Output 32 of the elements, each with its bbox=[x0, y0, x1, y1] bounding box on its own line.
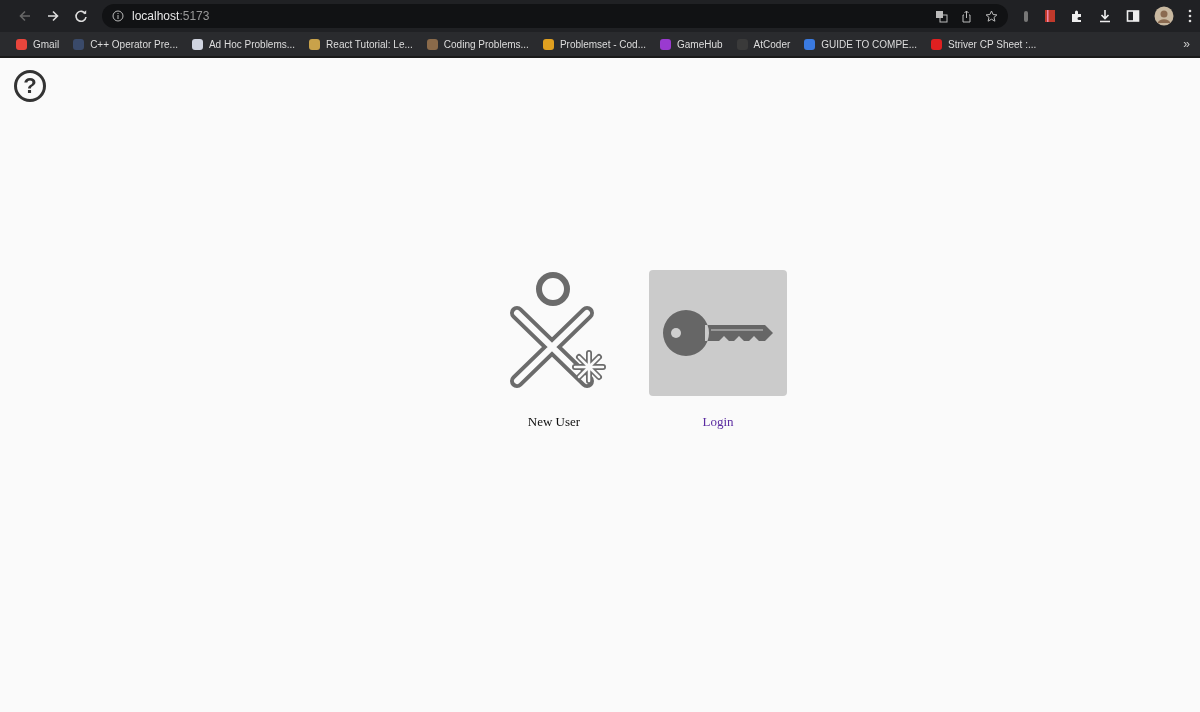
forward-icon[interactable] bbox=[46, 9, 60, 23]
choice-label[interactable]: New User bbox=[527, 414, 581, 430]
star-icon[interactable] bbox=[985, 9, 998, 23]
bookmark-link[interactable]: GameHub bbox=[660, 38, 723, 50]
address-bar[interactable]: localhost:5173 bbox=[102, 4, 1008, 28]
translate-icon[interactable] bbox=[935, 9, 948, 23]
key-icon bbox=[661, 308, 775, 358]
bookmark-link[interactable]: Ad Hoc Problems... bbox=[191, 38, 296, 50]
share-icon[interactable] bbox=[960, 9, 973, 23]
bookmark-link[interactable]: React Tutorial: Le... bbox=[309, 38, 413, 50]
choice-tile[interactable] bbox=[649, 270, 787, 396]
extension-icon[interactable] bbox=[1022, 9, 1030, 23]
help-button[interactable]: ? bbox=[14, 70, 46, 102]
puzzle-icon[interactable] bbox=[1070, 9, 1084, 23]
bookmark-link[interactable]: Problemset - Cod... bbox=[542, 38, 647, 50]
url-text: localhost:5173 bbox=[132, 9, 210, 23]
bookmark-link[interactable]: GUIDE TO COMPE... bbox=[804, 38, 918, 50]
reload-icon[interactable] bbox=[74, 9, 88, 23]
info-icon bbox=[112, 10, 124, 22]
more-bookmarks-button[interactable]: » bbox=[1183, 37, 1190, 51]
download-icon[interactable] bbox=[1098, 9, 1112, 23]
book-icon[interactable] bbox=[1044, 9, 1056, 23]
menu-icon[interactable] bbox=[1188, 9, 1192, 23]
bookmark-link[interactable]: C++ Operator Pre... bbox=[73, 38, 178, 50]
choice-label[interactable]: Login bbox=[702, 414, 734, 430]
bookmark-link[interactable]: Gmail bbox=[16, 38, 60, 50]
sidebar-icon[interactable] bbox=[1126, 9, 1140, 23]
bookmark-link[interactable]: Coding Problems... bbox=[426, 38, 529, 50]
avatar-icon[interactable] bbox=[1154, 6, 1174, 26]
bookmark-link[interactable]: Striver CP Sheet :... bbox=[931, 38, 1037, 50]
back-icon[interactable] bbox=[18, 9, 32, 23]
bookmark-link[interactable]: AtCoder bbox=[736, 38, 791, 50]
